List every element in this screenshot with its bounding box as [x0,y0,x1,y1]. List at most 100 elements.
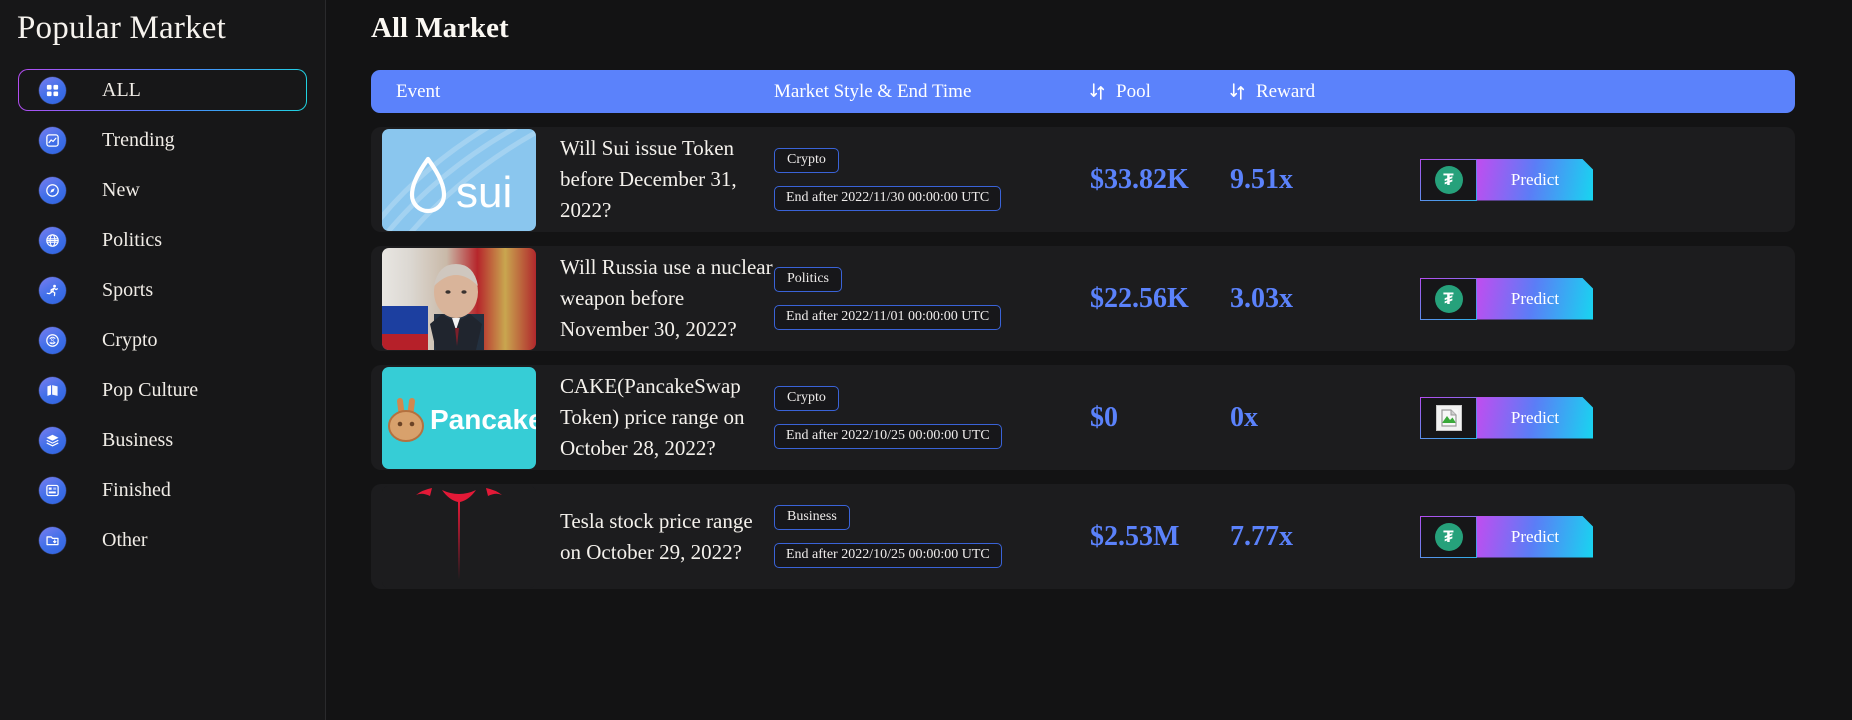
column-header-pool-label: Pool [1116,80,1151,102]
usdt-icon: ₮ [1434,522,1463,551]
sidebar-item-all[interactable]: ALL [18,69,307,111]
sidebar-item-crypto[interactable]: S Crypto [18,319,307,361]
sidebar-item-other[interactable]: Other [18,519,307,561]
predict-button[interactable]: Predict [1420,396,1593,439]
sort-icon[interactable] [1090,83,1105,100]
end-time-badge: End after 2022/10/25 00:00:00 UTC [774,424,1002,449]
row-event-cell: Tesla stock price range on October 29, 2… [371,485,774,588]
sui-logo: sui [382,128,536,231]
sidebar: Popular Market ALL Trending New Politics Spo… [0,0,326,720]
compass-icon [39,176,66,204]
sidebar-item-label: Sports [102,278,154,301]
layers-icon [39,426,66,454]
sidebar-item-new[interactable]: New [18,169,307,211]
tesla-logo [382,485,536,588]
usdt-icon: ₮ [1434,165,1463,194]
sidebar-item-label: New [102,178,140,201]
predict-token-icon-box: ₮ [1420,158,1477,201]
event-title[interactable]: Will Sui issue Token before December 31,… [560,133,774,226]
pool-value: $33.82K [1090,163,1189,195]
svg-text:S: S [50,338,54,344]
map-icon [39,376,66,404]
folder-icon [39,526,66,554]
sidebar-item-sports[interactable]: Sports [18,269,307,311]
globe-icon [39,226,66,254]
row-event-cell: sui Will Sui issue Token before December … [371,128,774,231]
sidebar-item-politics[interactable]: Politics [18,219,307,261]
row-action-cell: ₮ Predict [1420,158,1795,201]
pancakeswap-logo: Pancake [382,366,536,469]
event-title[interactable]: Tesla stock price range on October 29, 2… [560,506,774,568]
row-action-cell: Predict [1420,396,1795,439]
row-action-cell: ₮ Predict [1420,515,1795,558]
grid-icon [39,76,66,104]
sidebar-item-business[interactable]: Business [18,419,307,461]
reward-value: 0x [1230,401,1258,433]
table-header-row: Event Market Style & End Time Pool Rewar… [371,70,1795,113]
layout-icon [39,476,66,504]
predict-button-label: Predict [1477,159,1593,201]
page-title: All Market [371,12,509,44]
sidebar-item-pop-culture[interactable]: Pop Culture [18,369,307,411]
predict-button-label: Predict [1477,397,1593,439]
svg-text:Pancake: Pancake [430,404,536,435]
category-badge[interactable]: Politics [774,267,843,292]
table-row[interactable]: Will Russia use a nuclear weapon before … [371,246,1795,351]
predict-button[interactable]: ₮ Predict [1420,515,1593,558]
row-market-style-cell: Politics End after 2022/11/01 00:00:00 UT… [774,267,1090,330]
sidebar-item-label: ALL [102,78,141,101]
reward-value: 9.51x [1230,163,1293,195]
predict-token-icon-box: ₮ [1420,515,1477,558]
sidebar-item-label: Crypto [102,328,158,351]
category-badge[interactable]: Business [774,505,850,530]
sidebar-item-label: Finished [102,478,171,501]
reward-value: 7.77x [1230,520,1293,552]
putin-photo [382,247,536,350]
table-row[interactable]: sui Will Sui issue Token before December … [371,127,1795,232]
end-time-badge: End after 2022/10/25 00:00:00 UTC [774,543,1002,568]
sidebar-item-label: Other [102,528,148,551]
table-row[interactable]: Tesla stock price range on October 29, 2… [371,484,1795,589]
market-table: Event Market Style & End Time Pool Rewar… [371,70,1795,589]
pool-value: $2.53M [1090,520,1180,552]
sort-icon[interactable] [1230,83,1245,100]
predict-token-icon-box: ₮ [1420,277,1477,320]
svg-text:sui: sui [456,168,512,217]
usdt-icon: ₮ [1434,284,1463,313]
row-action-cell: ₮ Predict [1420,277,1795,320]
table-row[interactable]: Pancake CAKE(PancakeSwap Token) price ran… [371,365,1795,470]
event-title[interactable]: Will Russia use a nuclear weapon before … [560,252,774,345]
row-market-style-cell: Crypto End after 2022/10/25 00:00:00 UTC [774,386,1090,449]
sidebar-item-label: Trending [102,128,175,151]
row-event-cell: Will Russia use a nuclear weapon before … [371,247,774,350]
category-badge[interactable]: Crypto [774,148,839,173]
category-badge[interactable]: Crypto [774,386,839,411]
event-title[interactable]: CAKE(PancakeSwap Token) price range on O… [560,371,774,464]
table-body: sui Will Sui issue Token before December … [371,127,1795,589]
sidebar-title: Popular Market [17,10,227,46]
row-market-style-cell: Crypto End after 2022/11/30 00:00:00 UTC [774,148,1090,211]
chart-line-icon [39,126,66,154]
coin-swap-icon: S [39,326,66,354]
predict-button[interactable]: ₮ Predict [1420,277,1593,320]
runner-icon [39,276,66,304]
pool-value: $0 [1090,401,1118,433]
end-time-badge: End after 2022/11/30 00:00:00 UTC [774,186,1002,211]
predict-button[interactable]: ₮ Predict [1420,158,1593,201]
column-header-event[interactable]: Event [371,81,774,103]
sidebar-item-trending[interactable]: Trending [18,119,307,161]
column-header-market-style[interactable]: Market Style & End Time [774,81,1090,103]
predict-token-icon-box [1420,396,1477,439]
reward-value: 3.03x [1230,282,1293,314]
sidebar-item-label: Politics [102,228,163,251]
column-header-reward[interactable]: Reward [1230,81,1420,103]
column-header-pool[interactable]: Pool [1090,81,1230,103]
sidebar-nav: ALL Trending New Politics Sports S Crypto Pop C… [0,69,325,561]
main-content: All Market Event Market Style & End Time… [326,0,1852,720]
row-event-cell: Pancake CAKE(PancakeSwap Token) price ran… [371,366,774,469]
sidebar-item-finished[interactable]: Finished [18,469,307,511]
column-header-reward-label: Reward [1256,80,1316,102]
pool-value: $22.56K [1090,282,1189,314]
predict-button-label: Predict [1477,516,1593,558]
predict-button-label: Predict [1477,278,1593,320]
